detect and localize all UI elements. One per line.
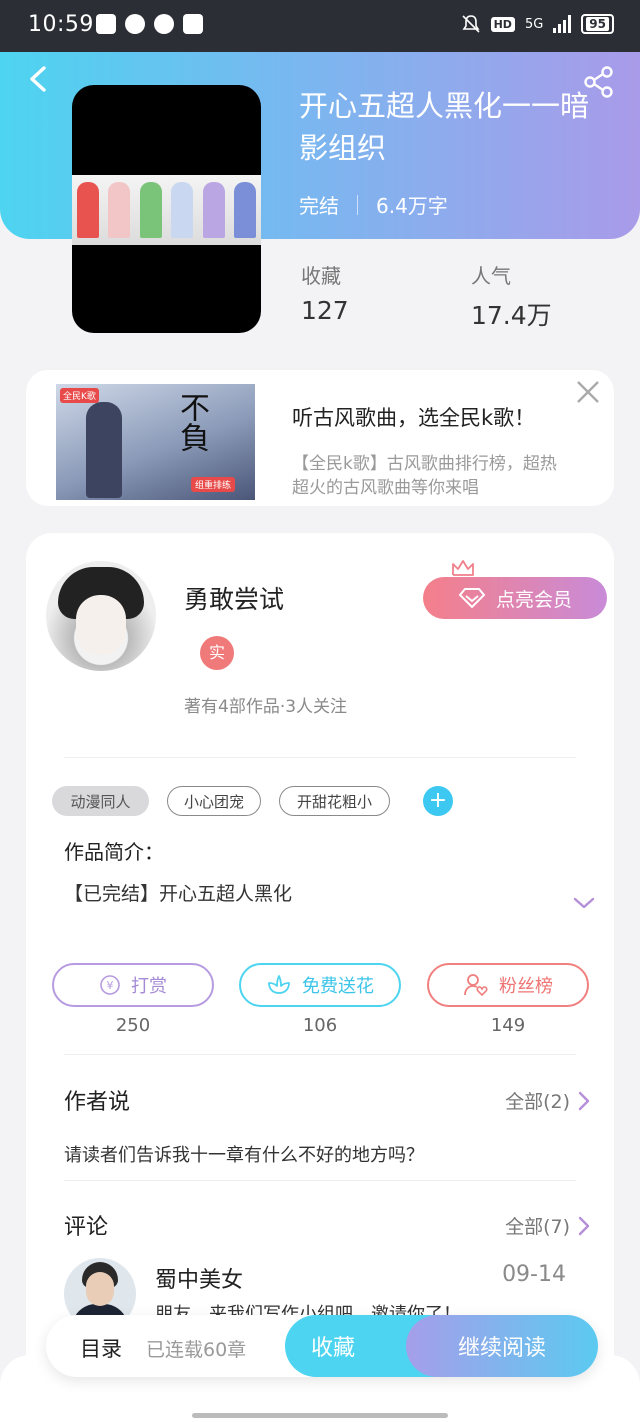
diamond-icon [458,588,486,609]
ad-title[interactable]: 听古风歌曲，选全民k歌！ [292,402,535,432]
avatar-face [76,595,126,655]
ad-image[interactable]: 不負 全民K歌 组重排练 [56,384,255,500]
author-says-more-label: 全部(2) [505,1091,570,1113]
stat-popularity-value: 17.4万 [471,301,552,330]
author-name[interactable]: 勇敢尝试 [184,580,284,616]
stat-favorites-label: 收藏 [301,264,341,288]
compass-icon [154,14,174,34]
book-meta: 完结 6.4万字 [299,190,448,219]
ad-description-line2: 超火的古风歌曲等你来唱 [292,478,479,498]
divider [64,1180,576,1181]
favorite-button-label: 收藏 [311,1336,356,1361]
author-avatar[interactable] [46,561,156,671]
fan-count: 149 [490,1015,526,1036]
status-time: 10:59 [28,12,94,37]
tag-chip[interactable]: 动漫同人 [52,786,149,816]
toc-button[interactable]: 目录 [80,1333,122,1363]
ad-description-line1: 【全民k歌】古风歌曲排行榜，超热 [292,454,557,474]
close-icon[interactable] [574,378,602,406]
stat-favorites-value: 127 [301,296,349,325]
battery-icon: 95 [581,14,614,34]
chevron-down-icon[interactable] [572,895,596,911]
intro-label: 作品简介： [64,840,164,864]
notification-icons [96,14,203,34]
flower-count: 106 [302,1015,338,1036]
status-bar: 10:59 HD 5G 95 [0,0,640,52]
comment-date: 09-14 [502,1262,566,1287]
vip-button-label: 点亮会员 [495,588,572,611]
commenter-name[interactable]: 蜀中美女 [155,1262,243,1294]
browser-icon [183,14,203,34]
intro-text: 【已完结】开心五超人黑化 [64,883,293,905]
crown-icon [452,560,474,576]
comments-more[interactable]: 全部(7) [505,1212,590,1239]
ad-description: 【全民k歌】古风歌曲排行榜，超热 超火的古风歌曲等你来唱 [292,452,614,500]
ad-image-tag: 组重排练 [190,477,235,492]
book-title: 开心五超人黑化一一暗影组织 [299,89,590,165]
tip-count: 250 [115,1015,151,1036]
network-type: 5G [524,16,544,32]
tip-button[interactable]: ¥ 打赏 [52,963,214,1007]
chevron-right-icon [578,1091,590,1110]
svg-text:¥: ¥ [107,979,114,992]
back-icon[interactable] [24,64,52,94]
verified-badge: 实 [200,636,234,670]
avatar-face [86,1272,114,1306]
vip-button[interactable]: 点亮会员 [423,577,607,619]
tag-chip[interactable]: 开甜花粗小 [279,786,390,816]
cover-artwork [72,175,261,245]
comments-more-label: 全部(7) [505,1216,570,1238]
message-icon [125,14,145,34]
book-word-count: 6.4万字 [376,194,448,218]
ad-image-logo: 全民K歌 [60,388,99,403]
book-cover[interactable] [72,85,261,333]
fan-rank-button[interactable]: 粉丝榜 [427,963,589,1007]
comments-title: 评论 [64,1215,109,1240]
chevron-right-icon [578,1216,590,1235]
stat-popularity-label: 人气 [471,264,511,288]
divider [64,757,576,758]
author-meta: 著有4部作品·3人关注 [184,697,348,717]
send-flower-button[interactable]: 免费送花 [239,963,401,1007]
tip-button-label: 打赏 [131,976,167,997]
chapter-count: 已连载60章 [146,1339,247,1361]
tag-chip[interactable]: 小心团宠 [167,786,261,816]
continue-reading-label: 继续阅读 [457,1336,546,1361]
flower-icon [268,975,290,994]
mute-bell-icon [462,15,480,33]
add-tag-button[interactable]: + [423,786,453,816]
app-notification-icon [96,14,116,34]
battery-level: 95 [586,17,609,31]
continue-reading-button[interactable]: 继续阅读 [406,1315,598,1377]
author-says-more[interactable]: 全部(2) [505,1087,590,1114]
fan-rank-button-label: 粉丝榜 [499,976,553,997]
author-says-text: 请读者们告诉我十一章有什么不好的地方吗？ [64,1145,424,1166]
ad-image-figure [86,402,122,498]
system-icons: HD 5G 95 [461,14,614,34]
book-status: 完结 [299,194,339,218]
author-says-title: 作者说 [64,1090,131,1115]
meta-divider [357,194,358,215]
user-heart-icon [464,974,488,997]
ad-banner[interactable]: 不負 全民K歌 组重排练 听古风歌曲，选全民k歌！ 【全民k歌】古风歌曲排行榜，… [26,370,614,506]
divider [64,1054,576,1055]
signal-icon [553,15,572,33]
coin-icon: ¥ [100,975,120,995]
hd-icon: HD [490,16,515,32]
ad-image-calligraphy: 不負 [174,392,209,452]
home-indicator[interactable] [192,1413,448,1418]
send-flower-button-label: 免费送花 [302,976,374,997]
